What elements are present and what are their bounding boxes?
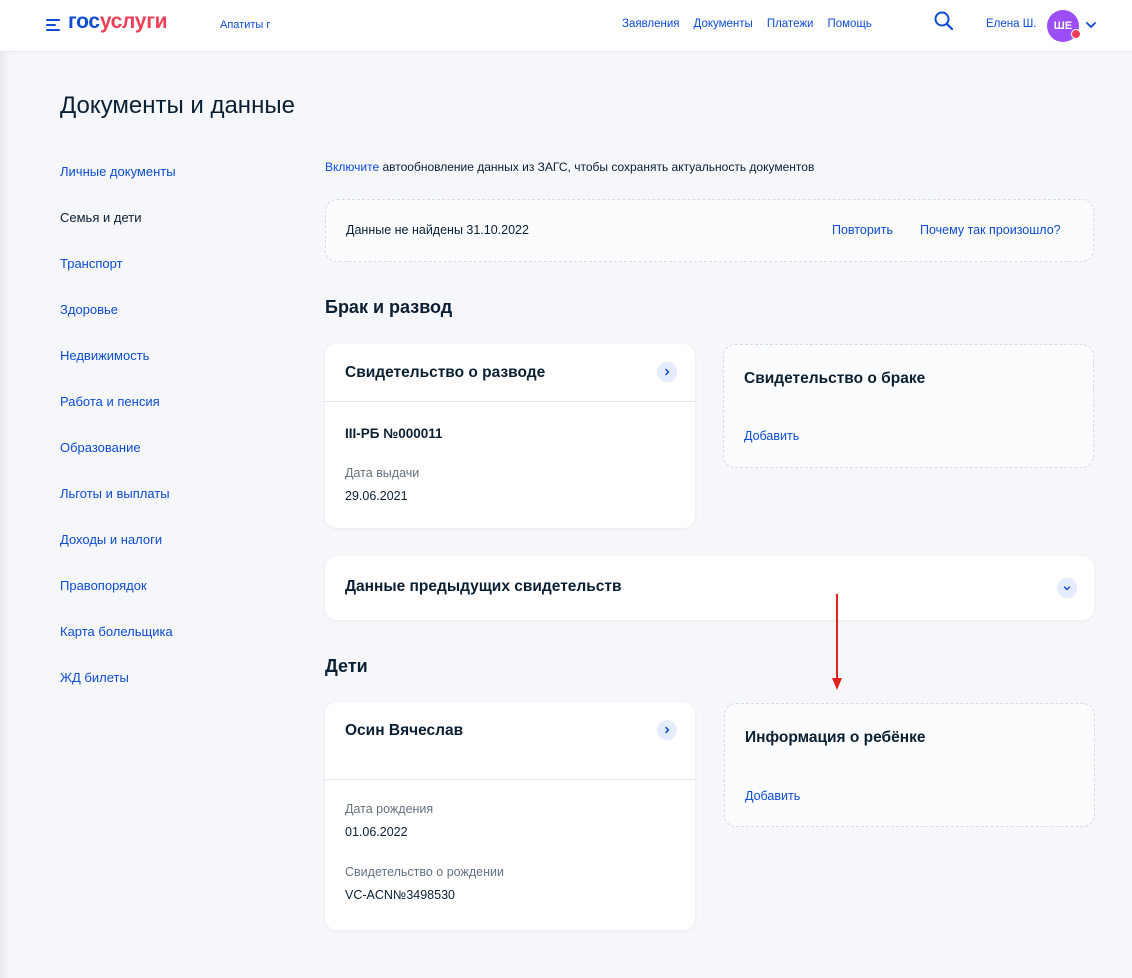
notice-text: автообновление данных из ЗАГС, чтобы сох… xyxy=(379,160,815,174)
nav-help[interactable]: Помощь xyxy=(827,18,871,30)
add-marriage-certificate-link[interactable]: Добавить xyxy=(744,429,799,443)
child-info-card: Информация о ребёнке Добавить xyxy=(724,703,1095,827)
marriage-certificate-card: Свидетельство о браке Добавить xyxy=(723,344,1094,468)
accordion-title: Данные предыдущих свидетельств xyxy=(345,578,622,595)
issue-date-label: Дата выдачи xyxy=(345,466,420,480)
data-status-box: Данные не найдены 31.10.2022 Повторить П… xyxy=(325,199,1094,262)
avatar-initials: ШЕ xyxy=(1053,20,1073,32)
enable-autoupdate-link[interactable]: Включите xyxy=(325,160,379,174)
page-title: Документы и данные xyxy=(60,92,295,119)
notification-dot xyxy=(1071,29,1081,39)
sidebar-item-fan-card[interactable]: Карта болельщика xyxy=(60,625,176,671)
birth-certificate-label: Свидетельство о рождении xyxy=(345,865,504,879)
sidebar-item-benefits[interactable]: Льготы и выплаты xyxy=(60,487,176,533)
why-link[interactable]: Почему так произошло? xyxy=(920,223,1061,237)
chevron-down-icon xyxy=(1063,586,1071,591)
child-name: Осин Вячеслав xyxy=(345,722,464,739)
section-title-marriage: Брак и развод xyxy=(325,297,453,317)
divorce-certificate-card[interactable]: Свидетельство о разводе III-РБ №000011 Д… xyxy=(325,344,695,528)
nav-documents[interactable]: Документы xyxy=(694,18,753,30)
sidebar-item-education[interactable]: Образование xyxy=(60,441,176,487)
logo-part-gos: гос xyxy=(68,10,100,33)
logo-part-uslugi: услуги xyxy=(99,10,168,33)
sidebar-item-health[interactable]: Здоровье xyxy=(60,303,176,349)
nav-applications[interactable]: Заявления xyxy=(622,18,680,30)
chevron-right-icon xyxy=(665,726,670,734)
sidebar-item-family-children[interactable]: Семья и дети xyxy=(60,211,176,257)
chevron-down-icon[interactable] xyxy=(1085,20,1097,30)
birth-date-label: Дата рождения xyxy=(345,802,434,816)
top-header: госуслуги Апатиты г Заявления Документы … xyxy=(0,0,1132,52)
sidebar-menu: Личные документы Семья и дети Транспорт … xyxy=(60,165,176,717)
status-text: Данные не найдены 31.10.2022 xyxy=(346,223,529,237)
user-name[interactable]: Елена Ш. xyxy=(986,18,1036,30)
card-divider xyxy=(325,401,695,402)
search-icon[interactable] xyxy=(933,10,955,32)
sidebar-item-income-taxes[interactable]: Доходы и налоги xyxy=(60,533,176,579)
section-title-children: Дети xyxy=(325,656,368,676)
city-selector[interactable]: Апатиты г xyxy=(220,19,270,31)
chevron-right-icon xyxy=(665,368,670,376)
page-left-shadow xyxy=(0,52,10,978)
card-title: Свидетельство о разводе xyxy=(345,364,546,381)
add-child-info-link[interactable]: Добавить xyxy=(745,789,800,803)
sidebar-item-transport[interactable]: Транспорт xyxy=(60,257,176,303)
child-card[interactable]: Осин Вячеслав Дата рождения 01.06.2022 С… xyxy=(325,702,695,930)
card-title: Свидетельство о браке xyxy=(744,370,926,387)
sidebar-item-work-pension[interactable]: Работа и пенсия xyxy=(60,395,176,441)
menu-icon[interactable] xyxy=(46,18,60,32)
open-card-button[interactable] xyxy=(657,362,677,382)
birth-date-value: 01.06.2022 xyxy=(345,825,408,839)
divorce-certificate-number: III-РБ №000011 xyxy=(345,426,443,441)
autoupdate-notice: Включите автообновление данных из ЗАГС, … xyxy=(325,160,814,174)
gosuslugi-logo[interactable]: госуслуги xyxy=(68,10,168,34)
open-card-button[interactable] xyxy=(657,720,677,740)
retry-link[interactable]: Повторить xyxy=(832,223,893,237)
top-nav: Заявления Документы Платежи Помощь xyxy=(622,18,886,30)
birth-certificate-number: VC-ACN№3498530 xyxy=(345,888,455,902)
card-title: Информация о ребёнке xyxy=(745,729,926,746)
sidebar-item-real-estate[interactable]: Недвижимость xyxy=(60,349,176,395)
sidebar-item-railway-tickets[interactable]: ЖД билеты xyxy=(60,671,176,717)
card-divider xyxy=(325,779,695,780)
expand-button[interactable] xyxy=(1057,578,1077,598)
issue-date-value: 29.06.2021 xyxy=(345,489,408,503)
sidebar-item-personal-documents[interactable]: Личные документы xyxy=(60,165,176,211)
sidebar-item-law-order[interactable]: Правопорядок xyxy=(60,579,176,625)
previous-certificates-accordion[interactable]: Данные предыдущих свидетельств xyxy=(325,556,1094,620)
nav-payments[interactable]: Платежи xyxy=(767,18,814,30)
annotation-arrow-icon xyxy=(832,594,842,690)
